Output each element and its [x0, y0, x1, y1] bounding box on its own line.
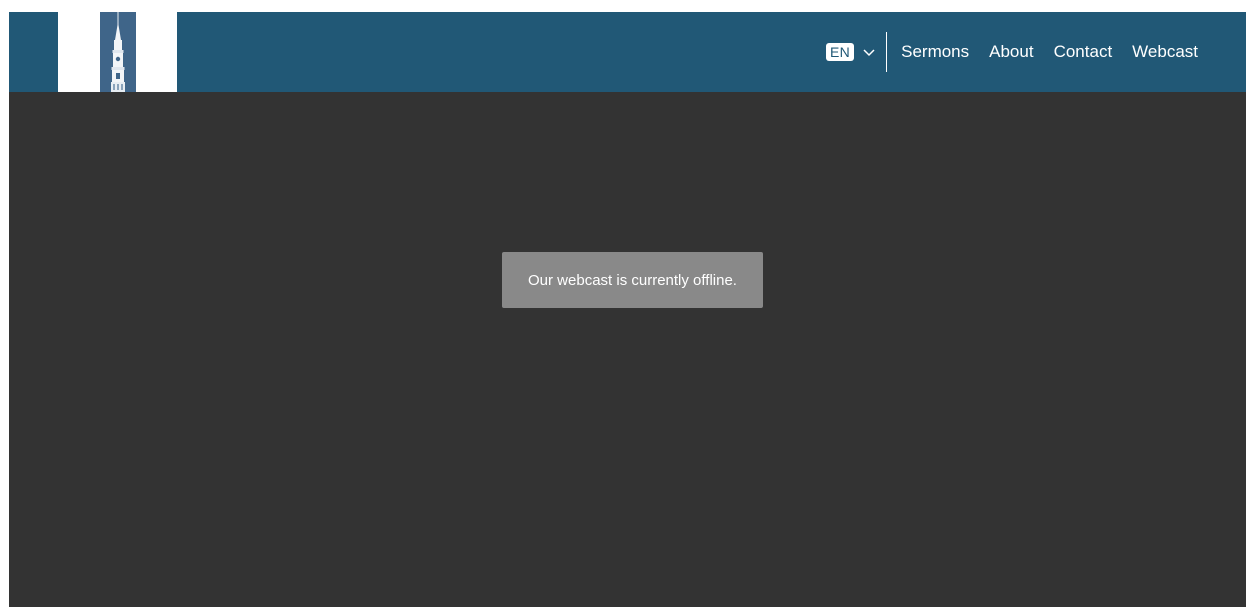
nav-link-about[interactable]: About — [989, 42, 1033, 62]
nav-link-webcast[interactable]: Webcast — [1132, 42, 1198, 62]
steeple-logo-icon — [58, 12, 177, 92]
site-logo[interactable] — [58, 12, 177, 92]
page-frame: EN Sermons About Contact Webcast Our web… — [9, 12, 1246, 607]
nav-divider — [886, 32, 888, 72]
nav-link-sermons[interactable]: Sermons — [901, 42, 969, 62]
site-header: EN Sermons About Contact Webcast — [9, 12, 1246, 92]
chevron-down-icon — [863, 49, 875, 57]
main-nav: EN Sermons About Contact Webcast — [826, 32, 1198, 72]
nav-link-contact[interactable]: Contact — [1054, 42, 1113, 62]
webcast-offline-notice: Our webcast is currently offline. — [502, 252, 763, 308]
language-code: EN — [826, 43, 855, 61]
language-selector[interactable]: EN — [826, 32, 876, 72]
